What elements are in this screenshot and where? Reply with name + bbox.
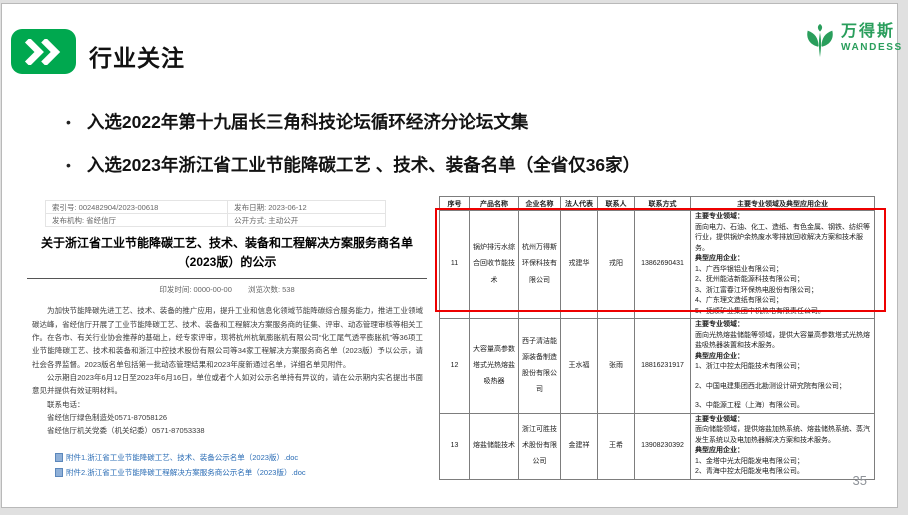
doc-subinfo: 印发时间: 0000-00-00 浏览次数: 538 bbox=[27, 284, 427, 295]
bullet-marker: • bbox=[66, 111, 71, 133]
apps-label: 典型应用企业： bbox=[695, 254, 870, 265]
field-text: 面向储能领域，提供熔盐加热系统、熔盐储热系统、蒸汽发生系统以及电加热器解决方案和… bbox=[695, 425, 870, 446]
cell-no: 13 bbox=[440, 413, 470, 479]
col-header-no: 序号 bbox=[440, 197, 470, 211]
col-header-product: 产品名称 bbox=[470, 197, 519, 211]
doc-contact-phone-1: 省经信厅绿色制造处0571-87058126 bbox=[32, 411, 423, 424]
doc-print-time: 印发时间: 0000-00-00 bbox=[159, 285, 232, 294]
cell-phone: 13908230392 bbox=[635, 413, 691, 479]
apps-label: 典型应用企业： bbox=[695, 446, 870, 457]
cell-company: 西子清洁能源装备制造股份有限公司 bbox=[519, 319, 561, 414]
doc-meta-table: 索引号: 002482904/2023-00618 发布日期: 2023-06-… bbox=[45, 200, 386, 227]
cell-contact: 戎阳 bbox=[598, 211, 635, 319]
bullet-list: • 入选2022年第十九届长三角科技论坛循环经济分论坛文集 • 入选2023年浙… bbox=[66, 111, 786, 197]
doc-file-icon bbox=[55, 453, 63, 462]
field-text: 面向光热熔盐储能等领域，提供大容量高参数塔式光热熔盐吸热器装置和技术服务。 bbox=[695, 331, 870, 352]
page-number: 35 bbox=[817, 473, 867, 488]
app-item: 5、抚顺矿业集团中机热电有限责任公司。 bbox=[695, 307, 870, 318]
doc-file-icon bbox=[55, 468, 63, 477]
cell-company: 杭州万得斯环保科技有限公司 bbox=[519, 211, 561, 319]
cell-no: 12 bbox=[440, 319, 470, 414]
doc-body: 为加快节能降碳先进工艺、技术、装备的推广应用，提升工业和信息化领域节能降碳综合服… bbox=[32, 304, 423, 437]
cell-legal-rep: 王水福 bbox=[561, 319, 598, 414]
doc-meta-publish-date: 发布日期: 2023-06-12 bbox=[228, 201, 386, 214]
cell-no: 11 bbox=[440, 211, 470, 319]
notice-document: 索引号: 002482904/2023-00618 发布日期: 2023-06-… bbox=[27, 200, 427, 482]
app-item: 4、广东理文造纸有限公司； bbox=[695, 296, 870, 307]
app-item: 1、广西华银铝业有限公司； bbox=[695, 265, 870, 276]
attachment-link-1[interactable]: 附件1.浙江省工业节能降碳工艺、技术、装备公示名单（2023版）.doc bbox=[66, 452, 298, 463]
apps-label: 典型应用企业： bbox=[695, 352, 870, 363]
cell-product: 大容量高参数塔式光热熔盐吸热器 bbox=[470, 319, 519, 414]
table-header-row: 序号 产品名称 企业名称 法人代表 联系人 联系方式 主要专业领域及典型应用企业 bbox=[440, 197, 875, 211]
cell-phone: 18816231917 bbox=[635, 319, 691, 414]
bullet-item: • 入选2023年浙江省工业节能降碳工艺 、技术、装备名单（全省仅36家） bbox=[66, 154, 786, 176]
table-row: 13 熔盐储能技术 浙江可胜技术股份有限公司 金建祥 王希 1390823039… bbox=[440, 413, 875, 479]
cell-legal-rep: 戎建华 bbox=[561, 211, 598, 319]
cell-company: 浙江可胜技术股份有限公司 bbox=[519, 413, 561, 479]
col-header-company: 企业名称 bbox=[519, 197, 561, 211]
bullet-text: 入选2023年浙江省工业节能降碳工艺 、技术、装备名单（全省仅36家） bbox=[87, 154, 640, 176]
company-logo: 万得斯 WANDESS bbox=[803, 24, 903, 65]
slide: 行业关注 万得斯 WANDESS • 入选2022年第十九届长三角科技论坛循环经… bbox=[1, 3, 898, 508]
page-title: 行业关注 bbox=[89, 39, 185, 73]
app-item: 1、金塔中光太阳能发电有限公司； bbox=[695, 457, 870, 468]
app-item: 2、中国电建集团西北勘测设计研究院有限公司； bbox=[695, 382, 870, 393]
col-header-field: 主要专业领域及典型应用企业 bbox=[691, 197, 875, 211]
double-chevron-icon bbox=[11, 29, 76, 74]
doc-paragraph: 公示期自2023年6月12日至2023年6月16日，单位或者个人如对公示名单持有… bbox=[32, 371, 423, 398]
doc-meta-open-mode: 公开方式: 主动公开 bbox=[228, 214, 386, 227]
cell-field-detail: 主要专业领域： 面向电力、石油、化工、造纸、有色金属、钢铁、纺织等行业，提供锅炉… bbox=[691, 211, 875, 319]
logo-text-cn: 万得斯 bbox=[841, 24, 903, 40]
field-label: 主要专业领域： bbox=[695, 320, 870, 331]
doc-attachments: 附件1.浙江省工业节能降碳工艺、技术、装备公示名单（2023版）.doc 附件2… bbox=[55, 452, 427, 478]
logo-text-en: WANDESS bbox=[841, 43, 903, 53]
doc-contact-label: 联系电话： bbox=[32, 398, 423, 411]
plant-logo-icon bbox=[803, 24, 837, 65]
doc-divider bbox=[27, 278, 427, 279]
col-header-contact: 联系人 bbox=[598, 197, 635, 211]
field-text: 面向电力、石油、化工、造纸、有色金属、钢铁、纺织等行业，提供锅炉余热废水零排放回… bbox=[695, 223, 870, 255]
bullet-item: • 入选2022年第十九届长三角科技论坛循环经济分论坛文集 bbox=[66, 111, 786, 133]
cell-field-detail: 主要专业领域： 面向光热熔盐储能等领域，提供大容量高参数塔式光热熔盐吸热器装置和… bbox=[691, 319, 875, 414]
doc-title: 关于浙江省工业节能降碳工艺、技术、装备和工程解决方案服务商名单（2023版）的公… bbox=[27, 234, 427, 271]
apps-list: 1、广西华银铝业有限公司； 2、抚州能洁新能源科技有限公司； 3、浙江富春江环保… bbox=[695, 265, 870, 318]
app-item: 1、浙江中控太阳能技术有限公司； bbox=[695, 362, 870, 373]
col-header-legal-rep: 法人代表 bbox=[561, 197, 598, 211]
doc-contact-phone-2: 省经信厅机关党委（机关纪委）0571-87053338 bbox=[32, 424, 423, 437]
energy-saving-list-table: 序号 产品名称 企业名称 法人代表 联系人 联系方式 主要专业领域及典型应用企业… bbox=[439, 196, 875, 480]
field-label: 主要专业领域： bbox=[695, 415, 870, 426]
doc-meta-agency: 发布机构: 省经信厅 bbox=[46, 214, 228, 227]
doc-paragraph: 为加快节能降碳先进工艺、技术、装备的推广应用，提升工业和信息化领域节能降碳综合服… bbox=[32, 304, 423, 371]
cell-product: 熔盐储能技术 bbox=[470, 413, 519, 479]
cell-contact: 王希 bbox=[598, 413, 635, 479]
bullet-text: 入选2022年第十九届长三角科技论坛循环经济分论坛文集 bbox=[87, 111, 528, 133]
doc-view-count: 浏览次数: 538 bbox=[248, 285, 295, 294]
cell-field-detail: 主要专业领域： 面向储能领域，提供熔盐加热系统、熔盐储热系统、蒸汽发生系统以及电… bbox=[691, 413, 875, 479]
cell-phone: 13862690431 bbox=[635, 211, 691, 319]
attachment-link-2[interactable]: 附件2.浙江省工业节能降碳工程解决方案服务商公示名单（2023版）.doc bbox=[66, 467, 306, 478]
doc-meta-index: 索引号: 002482904/2023-00618 bbox=[46, 201, 228, 214]
cell-contact: 张雨 bbox=[598, 319, 635, 414]
col-header-phone: 联系方式 bbox=[635, 197, 691, 211]
table-row: 11 锅炉排污水综合回收节能技术 杭州万得斯环保科技有限公司 戎建华 戎阳 13… bbox=[440, 211, 875, 319]
app-item: 3、浙江富春江环保热电股份有限公司； bbox=[695, 286, 870, 297]
cell-product: 锅炉排污水综合回收节能技术 bbox=[470, 211, 519, 319]
app-item: 2、抚州能洁新能源科技有限公司； bbox=[695, 275, 870, 286]
app-item: 3、中能源工程（上海）有限公司。 bbox=[695, 401, 870, 412]
cell-legal-rep: 金建祥 bbox=[561, 413, 598, 479]
apps-list: 1、浙江中控太阳能技术有限公司； 2、中国电建集团西北勘测设计研究院有限公司； … bbox=[695, 362, 870, 412]
table-row: 12 大容量高参数塔式光热熔盐吸热器 西子清洁能源装备制造股份有限公司 王水福 … bbox=[440, 319, 875, 414]
field-label: 主要专业领域： bbox=[695, 212, 870, 223]
bullet-marker: • bbox=[66, 154, 71, 176]
